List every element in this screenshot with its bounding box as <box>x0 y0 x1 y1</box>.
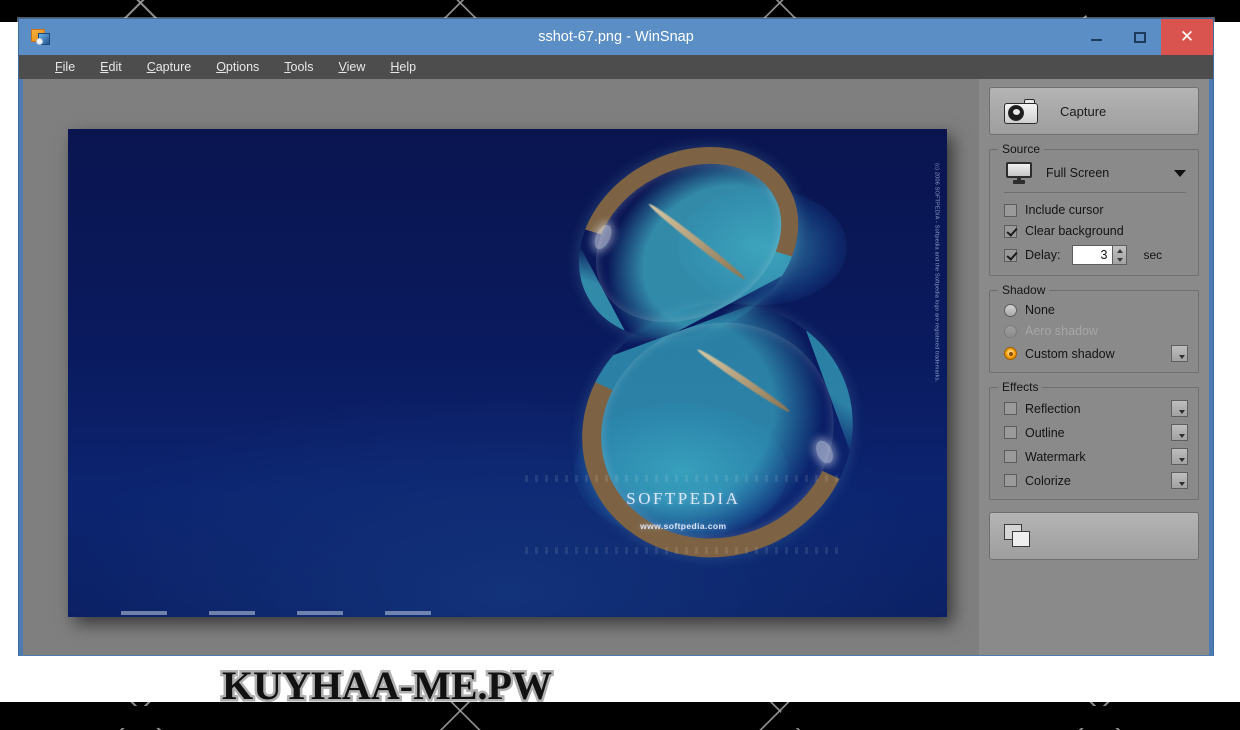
shadow-aero-radio <box>1004 324 1017 338</box>
outline-label: Outline <box>1025 425 1065 440</box>
control-panel: Capture Source Full Screen Include curso… <box>979 79 1209 655</box>
reflection-settings-button[interactable] <box>1171 400 1188 417</box>
spin-up-icon[interactable] <box>1113 246 1126 255</box>
window-title: sshot-67.png - WinSnap <box>538 29 694 45</box>
copy-to-clipboard-button[interactable] <box>989 512 1199 560</box>
shadow-none-label: None <box>1025 303 1055 317</box>
menu-item-tools[interactable]: Tools <box>282 58 315 76</box>
source-group-legend: Source <box>998 142 1045 156</box>
colorize-label: Colorize <box>1025 473 1071 488</box>
title-bar[interactable]: sshot-67.png - WinSnap ✕ <box>19 19 1213 55</box>
source-selected-value: Full Screen <box>1046 166 1110 180</box>
menu-item-capture[interactable]: Capture <box>145 58 193 76</box>
shadow-custom-label: Custom shadow <box>1025 346 1115 361</box>
watermark-label: Watermark <box>1025 449 1086 464</box>
colorize-settings-button[interactable] <box>1171 472 1188 489</box>
close-button[interactable]: ✕ <box>1161 19 1213 55</box>
menu-bar: File Edit Capture Options Tools View Hel… <box>19 55 1213 79</box>
backdrop-blob-bottom-left <box>18 706 168 728</box>
source-divider <box>1004 192 1186 193</box>
watermark-band <box>0 656 1240 702</box>
minimize-button[interactable] <box>1075 19 1118 55</box>
spin-down-icon[interactable] <box>1113 255 1126 264</box>
reflection-checkbox-box <box>1004 402 1017 415</box>
checkbox-outline[interactable]: Outline <box>1004 424 1188 441</box>
outline-settings-button[interactable] <box>1171 424 1188 441</box>
delay-spin-buttons[interactable] <box>1112 245 1128 265</box>
menu-item-file[interactable]: File <box>53 58 77 76</box>
captured-image[interactable]: SOFTPEDIA www.softpedia.com (c) 2006 SOF… <box>68 129 947 617</box>
delay-row[interactable]: Delay: 3 sec <box>1004 245 1188 265</box>
delay-checkbox-box[interactable] <box>1004 248 1017 262</box>
delay-unit-label: sec <box>1143 248 1163 262</box>
source-group: Source Full Screen Include cursor Clear … <box>989 142 1199 276</box>
clear-background-label: Clear background <box>1025 224 1124 238</box>
capture-button-label: Capture <box>1060 103 1107 119</box>
backdrop-blob-bottom-right <box>780 706 1240 728</box>
radio-shadow-none[interactable]: None <box>1004 303 1188 317</box>
shadow-aero-label: Aero shadow <box>1025 324 1098 338</box>
source-dropdown[interactable]: Full Screen <box>1002 160 1188 192</box>
checkbox-watermark[interactable]: Watermark <box>1004 448 1188 465</box>
include-cursor-label: Include cursor <box>1025 203 1104 217</box>
shadow-custom-radio <box>1004 347 1017 360</box>
page-root: sshot-67.png - WinSnap ✕ File Edit Captu… <box>0 0 1240 730</box>
window-controls: ✕ <box>1075 19 1213 55</box>
backdrop-blob-top-right <box>1080 0 1240 20</box>
softpedia-url: www.softpedia.com <box>640 521 727 532</box>
chevron-down-icon <box>1174 169 1186 177</box>
watermark-checkbox-box <box>1004 450 1017 463</box>
maximize-button[interactable] <box>1118 19 1161 55</box>
maximize-icon <box>1133 31 1146 43</box>
capture-button[interactable]: Capture <box>989 87 1199 135</box>
menu-item-help[interactable]: Help <box>388 58 418 76</box>
radio-shadow-custom[interactable]: Custom shadow <box>1004 345 1188 362</box>
menu-item-edit[interactable]: Edit <box>98 58 124 76</box>
captured-image-taskbar <box>120 611 431 615</box>
menu-item-view[interactable]: View <box>336 58 367 76</box>
image-workspace[interactable]: SOFTPEDIA www.softpedia.com (c) 2006 SOF… <box>23 79 979 655</box>
window-body: SOFTPEDIA www.softpedia.com (c) 2006 SOF… <box>19 79 1213 659</box>
shadow-group: Shadow None Aero shadow Custom shadow <box>989 283 1199 373</box>
watermark-settings-button[interactable] <box>1171 448 1188 465</box>
monitor-icon <box>1006 162 1032 184</box>
copy-icon <box>1004 524 1032 548</box>
effects-group-legend: Effects <box>998 380 1043 394</box>
checkbox-clear-background[interactable]: Clear background <box>1004 224 1188 238</box>
effects-group: Effects Reflection Outline Watermark Col… <box>989 380 1199 500</box>
shadow-none-radio <box>1004 303 1017 317</box>
camera-icon <box>1004 98 1038 124</box>
shadow-custom-settings-button[interactable] <box>1171 345 1188 362</box>
delay-input[interactable]: 3 <box>1072 245 1113 265</box>
backdrop-band-bottom <box>0 702 1240 730</box>
checkbox-colorize[interactable]: Colorize <box>1004 472 1188 489</box>
reflection-label: Reflection <box>1025 401 1081 416</box>
winsnap-window: sshot-67.png - WinSnap ✕ File Edit Captu… <box>18 18 1214 659</box>
checkbox-include-cursor[interactable]: Include cursor <box>1004 203 1188 217</box>
overlay-watermark: KUYHAA-ME.PW <box>220 661 555 711</box>
radio-shadow-aero: Aero shadow <box>1004 324 1188 338</box>
softpedia-copyright: (c) 2006 SOFTPEDIA - Softpedia and the S… <box>933 162 939 383</box>
shadow-group-legend: Shadow <box>998 283 1050 297</box>
clear-background-checkbox-box <box>1004 224 1017 238</box>
include-cursor-checkbox-box <box>1004 203 1017 217</box>
minimize-icon <box>1091 39 1102 41</box>
outline-checkbox-box <box>1004 426 1017 439</box>
colorize-checkbox-box <box>1004 474 1017 487</box>
softpedia-name: SOFTPEDIA <box>626 489 741 509</box>
delay-label: Delay: <box>1025 248 1061 262</box>
backdrop-blob-top-left <box>0 0 90 20</box>
menu-item-options[interactable]: Options <box>214 58 261 76</box>
softpedia-banner: SOFTPEDIA www.softpedia.com <box>525 475 842 554</box>
checkbox-reflection[interactable]: Reflection <box>1004 400 1188 417</box>
delay-stepper[interactable]: 3 <box>1072 245 1128 265</box>
winsnap-app-icon <box>31 28 51 46</box>
